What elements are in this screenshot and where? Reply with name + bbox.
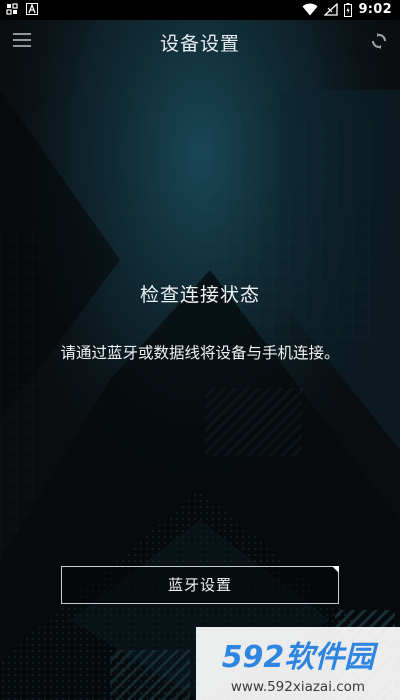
a-icon xyxy=(26,3,38,15)
status-bar: 9:02 xyxy=(0,0,400,20)
button-corner-accent xyxy=(332,566,339,573)
notification-icon xyxy=(6,3,18,15)
page-title: 设备设置 xyxy=(159,33,240,55)
sync-button[interactable] xyxy=(370,32,388,50)
bluetooth-settings-label: 蓝牙设置 xyxy=(167,576,232,594)
wifi-icon xyxy=(302,3,318,16)
watermark-logo: 592软件园 www.592xiazai.com xyxy=(222,640,380,695)
sync-icon xyxy=(372,33,386,49)
bluetooth-settings-button[interactable]: 蓝牙设置 xyxy=(61,566,339,604)
battery-icon xyxy=(344,2,353,17)
watermark-url: www.592xiazai.com xyxy=(231,679,365,695)
status-right-icons: 9:02 xyxy=(302,2,392,17)
watermark-logo-text: 592软件园 xyxy=(222,640,380,675)
status-time: 9:02 xyxy=(358,2,392,17)
app-bar: 设备设置 xyxy=(0,20,400,64)
status-left-icons xyxy=(6,3,38,15)
watermark: 592软件园 www.592xiazai.com xyxy=(196,627,400,700)
connection-status-heading: 检查连接状态 xyxy=(139,284,260,306)
connection-instructions: 请通过蓝牙或数据线将设备与手机连接。 xyxy=(60,344,340,362)
device-settings-screen: 9:02 设备设置 检查连接状态 请通过蓝牙或数据线将设备与手机连接。 蓝牙设置 xyxy=(0,0,400,700)
no-sim-icon xyxy=(324,3,339,16)
